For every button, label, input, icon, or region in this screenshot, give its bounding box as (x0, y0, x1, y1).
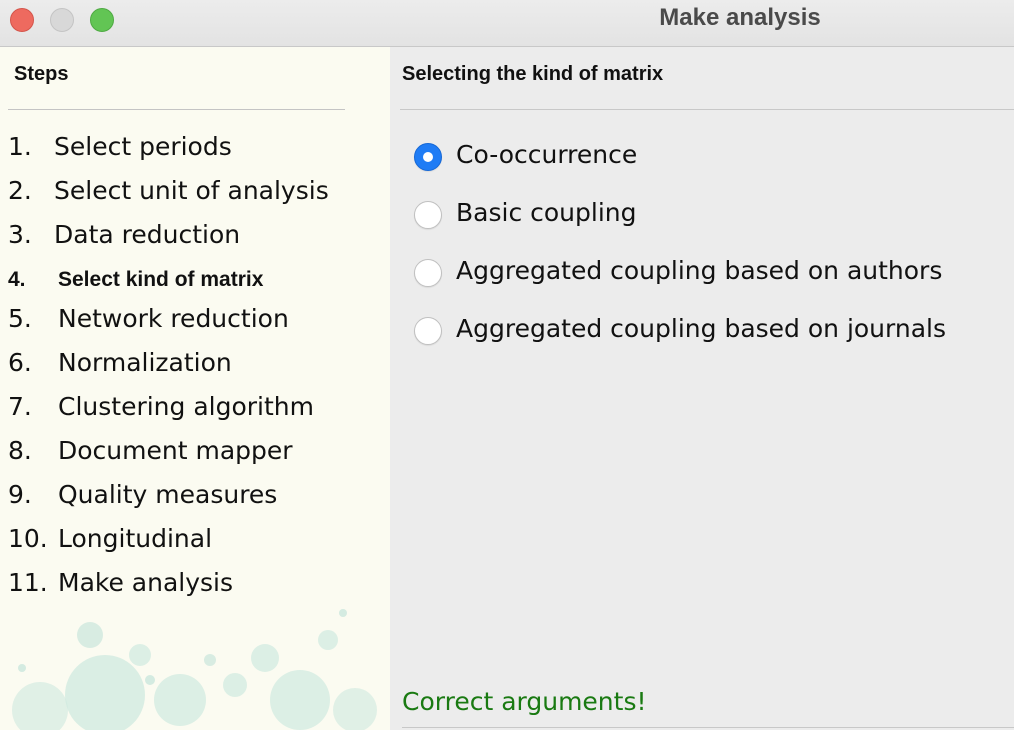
step-label: Longitudinal (58, 524, 213, 553)
step-number: 2. (8, 176, 32, 205)
step-number: 3. (8, 220, 32, 249)
step-label: Select periods (54, 132, 232, 161)
step-label: Clustering algorithm (58, 392, 314, 421)
window-title: Make analysis (659, 4, 821, 31)
step-number: 1. (8, 132, 32, 161)
option-label[interactable]: Co-occurrence (456, 140, 637, 169)
content-divider (400, 109, 1014, 110)
step-number: 8. (8, 436, 32, 465)
radio-co-occurrence[interactable] (414, 143, 442, 171)
step-number: 9. (8, 480, 32, 509)
radio-basic-coupling[interactable] (414, 201, 442, 229)
step-label: Data reduction (54, 220, 241, 249)
step-number: 7. (8, 392, 32, 421)
step-number: 4. (8, 268, 26, 291)
content-panel: Selecting the kind of matrix Co-occurren… (390, 47, 1014, 730)
step-label: Network reduction (58, 304, 289, 333)
step-label: Make analysis (58, 568, 234, 597)
step-label: Select unit of analysis (54, 176, 329, 205)
step-number: 6. (8, 348, 32, 377)
steps-divider (8, 109, 345, 110)
steps-header: Steps (14, 63, 69, 85)
option-label[interactable]: Aggregated coupling based on authors (456, 256, 942, 285)
step-label: Select kind of matrix (58, 268, 264, 291)
step-label: Normalization (58, 348, 232, 377)
section-title: Selecting the kind of matrix (402, 63, 664, 85)
radio-aggregated-coupling-authors[interactable] (414, 259, 442, 287)
option-label[interactable]: Aggregated coupling based on journals (456, 314, 946, 343)
step-label: Document mapper (58, 436, 293, 465)
step-number: 10. (8, 524, 48, 553)
status-message: Correct arguments! (402, 687, 647, 716)
step-number: 5. (8, 304, 32, 333)
option-label[interactable]: Basic coupling (456, 198, 637, 227)
decorative-bubbles (12, 609, 377, 730)
steps-panel: Steps 1. Select periods 2. Select unit o… (0, 47, 390, 730)
step-label: Quality measures (58, 480, 278, 509)
make-analysis-window: Make analysis Steps 1. Select periods 2.… (0, 0, 1014, 730)
radio-aggregated-coupling-journals[interactable] (414, 317, 442, 345)
title-bar: Make analysis (0, 0, 1014, 47)
step-number: 11. (8, 568, 48, 597)
bottom-divider (402, 727, 1014, 728)
